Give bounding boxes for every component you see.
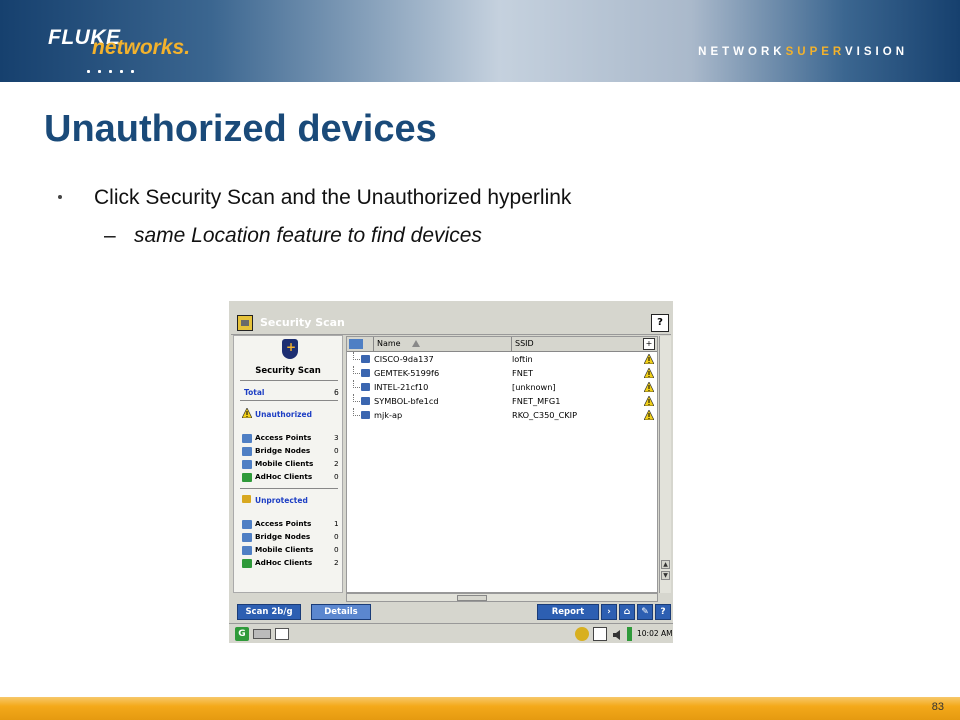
page-number: 83 — [931, 701, 944, 713]
adhoc-client-icon — [242, 473, 252, 482]
speaker-icon[interactable] — [611, 627, 625, 641]
battery-icon — [627, 627, 632, 641]
sort-arrow-icon — [412, 340, 420, 347]
bridge-node-icon — [242, 447, 252, 456]
logo-networks-text: networks. — [92, 36, 191, 59]
divider — [240, 488, 338, 489]
bullet-dot — [58, 195, 62, 199]
column-header-ssid[interactable]: SSID — [511, 337, 641, 351]
network-supervision-tagline: NETWORKSUPERVISION — [698, 46, 908, 58]
fluke-networks-logo: FLUKE networks. — [42, 26, 242, 73]
sub-bullet-item: – same Location feature to find devices — [104, 224, 482, 248]
device-grid: Name SSID + CISCO-9da137 loftin GEMTEK-5… — [346, 336, 658, 593]
tools-icon[interactable]: ✎ — [637, 604, 653, 620]
chevron-right-icon[interactable]: › — [601, 604, 617, 620]
mobile-client-icon — [242, 546, 252, 555]
clipboard-icon[interactable] — [593, 627, 607, 641]
shield-icon — [282, 339, 298, 359]
total-link[interactable]: Total — [244, 388, 265, 397]
details-button[interactable]: Details — [311, 604, 371, 620]
scan-summary-panel: Security Scan Total 6 Unauthorized Acces… — [233, 335, 343, 593]
unprotected-link[interactable]: Unprotected — [255, 496, 308, 505]
unauthorized-bridge-nodes-row[interactable]: Bridge Nodes 0 — [242, 446, 342, 458]
sub-bullet-text: same Location feature to find devices — [134, 224, 482, 247]
lock-icon — [242, 495, 251, 503]
mobile-client-icon — [361, 369, 370, 377]
access-point-icon — [361, 411, 370, 419]
slide-title: Unauthorized devices — [44, 108, 437, 150]
column-settings-icon[interactable]: + — [643, 338, 655, 350]
help-icon[interactable]: ? — [651, 314, 669, 332]
access-point-icon — [242, 520, 252, 529]
scroll-thumb[interactable] — [457, 595, 487, 601]
logo-dots — [87, 60, 147, 73]
bottom-button-bar: Scan 2b/g Details Report › ⌂ ✎ ? — [233, 604, 671, 622]
grid-header: Name SSID + — [347, 337, 657, 352]
slide-header-band: FLUKE networks. NETWORKSUPERVISION — [0, 0, 960, 82]
mobile-client-icon — [242, 460, 252, 469]
bridge-node-icon — [242, 533, 252, 542]
keyboard-icon[interactable] — [253, 629, 271, 639]
mobile-client-icon — [361, 383, 370, 391]
access-point-icon — [361, 397, 370, 405]
sub-bullet-dash: – — [104, 224, 116, 247]
scroll-up-button[interactable]: ▲ — [661, 560, 670, 569]
app-menu-icon[interactable] — [237, 315, 253, 331]
home-icon[interactable]: ⌂ — [619, 604, 635, 620]
table-row[interactable]: SYMBOL-bfe1cd FNET_MFG1 — [347, 394, 657, 408]
access-point-icon — [242, 434, 252, 443]
slide-footer-band: 83 — [0, 697, 960, 720]
window-icon[interactable] — [275, 628, 289, 640]
unauthorized-link[interactable]: Unauthorized — [255, 410, 312, 419]
unauthorized-mobile-clients-row[interactable]: Mobile Clients 2 — [242, 459, 342, 471]
help-button[interactable]: ? — [655, 604, 671, 620]
taskbar: G 10:02 AM — [229, 623, 673, 643]
network-status-icon[interactable] — [575, 627, 589, 641]
app-title-bar: Security Scan ? — [231, 312, 671, 335]
table-row[interactable]: INTEL-21cf10 [unknown] — [347, 380, 657, 394]
table-row[interactable]: mjk-ap RKO_C350_CKIP — [347, 408, 657, 422]
horizontal-scrollbar[interactable] — [346, 593, 658, 602]
device-type-column-icon[interactable] — [349, 339, 363, 349]
unprotected-bridge-nodes-row[interactable]: Bridge Nodes 0 — [242, 532, 342, 544]
warning-icon — [643, 409, 655, 424]
table-row[interactable]: CISCO-9da137 loftin — [347, 352, 657, 366]
adhoc-client-icon — [242, 559, 252, 568]
unprotected-access-points-row[interactable]: Access Points 1 — [242, 519, 342, 531]
scan-button[interactable]: Scan 2b/g — [237, 604, 301, 620]
security-scan-screenshot: Security Scan ? Security Scan Total 6 Un… — [229, 301, 673, 643]
bullet-text: Click Security Scan and the Unauthorized… — [94, 186, 572, 209]
unprotected-mobile-clients-row[interactable]: Mobile Clients 0 — [242, 545, 342, 557]
report-button[interactable]: Report — [537, 604, 599, 620]
clock: 10:02 AM — [637, 629, 673, 638]
column-header-name[interactable]: Name — [373, 337, 513, 351]
unauthorized-adhoc-clients-row[interactable]: AdHoc Clients 0 — [242, 472, 342, 484]
table-row[interactable]: GEMTEK-5199f6 FNET — [347, 366, 657, 380]
warning-icon — [242, 408, 252, 418]
vertical-scrollbar[interactable]: ▲ ▼ — [659, 336, 671, 593]
total-value: 6 — [334, 388, 339, 397]
start-icon[interactable]: G — [235, 627, 249, 641]
unauthorized-access-points-row[interactable]: Access Points 3 — [242, 433, 342, 445]
app-window-title: Security Scan — [260, 316, 345, 329]
access-point-icon — [361, 355, 370, 363]
divider — [240, 380, 338, 381]
scroll-down-button[interactable]: ▼ — [661, 571, 670, 580]
divider — [240, 400, 338, 401]
unprotected-adhoc-clients-row[interactable]: AdHoc Clients 2 — [242, 558, 342, 570]
summary-title: Security Scan — [255, 366, 321, 376]
